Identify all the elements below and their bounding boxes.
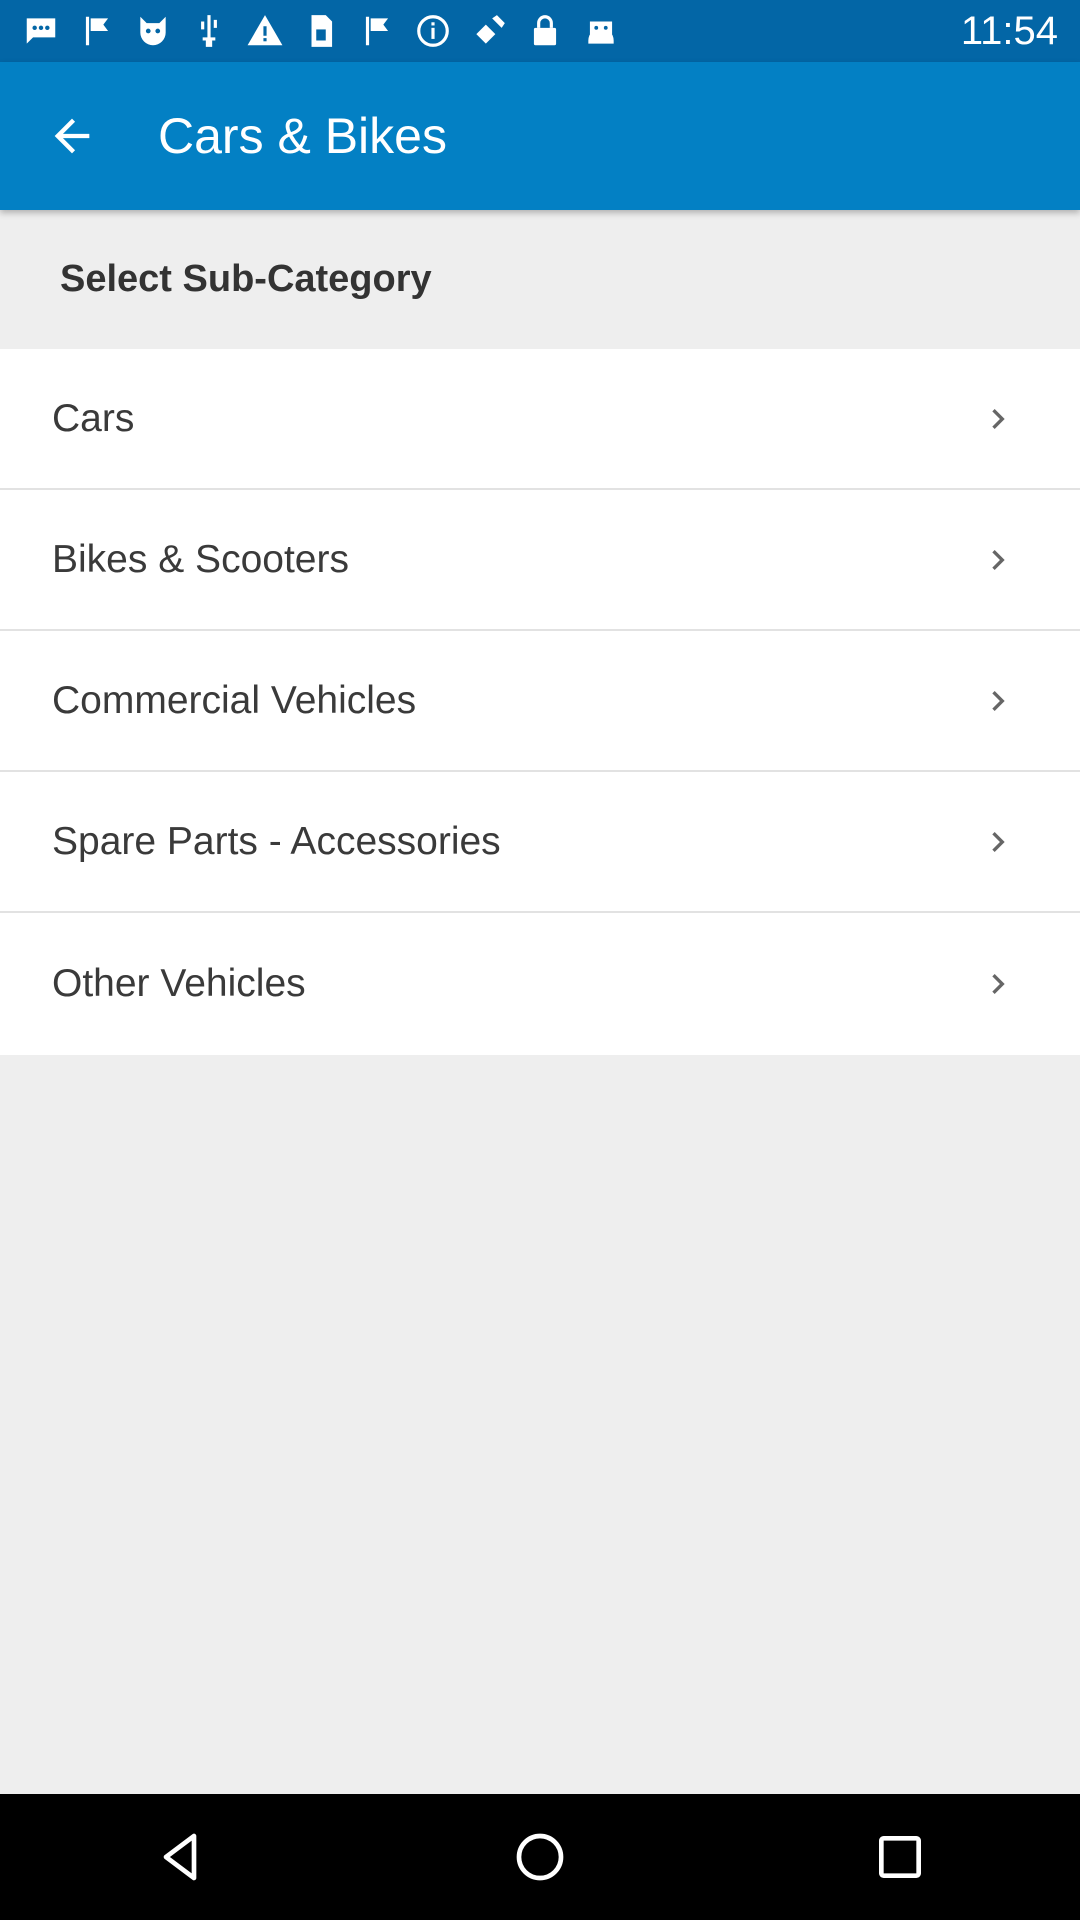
section-title: Select Sub-Category — [60, 258, 432, 300]
chevron-right-icon — [968, 954, 1028, 1014]
warning-icon — [246, 12, 284, 50]
sim-icon — [302, 12, 340, 50]
chevron-right-icon — [968, 530, 1028, 590]
list-item-bikes-scooters[interactable]: Bikes & Scooters — [0, 490, 1080, 631]
list-item-label: Other Vehicles — [52, 962, 306, 1005]
recents-square-icon — [879, 1836, 921, 1878]
cat-icon — [134, 12, 172, 50]
section-header: Select Sub-Category — [0, 210, 1080, 349]
flag-icon — [78, 12, 116, 50]
list-item-cars[interactable]: Cars — [0, 349, 1080, 490]
chevron-right-icon — [968, 812, 1028, 872]
app-bar: Cars & Bikes — [0, 62, 1080, 210]
notification-icons — [22, 12, 620, 50]
list-item-commercial-vehicles[interactable]: Commercial Vehicles — [0, 631, 1080, 772]
nav-home-button[interactable] — [480, 1797, 600, 1917]
chat-icon — [22, 12, 60, 50]
flag-icon — [358, 12, 396, 50]
nav-back-button[interactable] — [120, 1797, 240, 1917]
page-title: Cars & Bikes — [158, 108, 447, 164]
list-item-spare-parts[interactable]: Spare Parts - Accessories — [0, 772, 1080, 913]
android-icon — [582, 12, 620, 50]
list-item-label: Commercial Vehicles — [52, 678, 417, 722]
nav-recents-button[interactable] — [840, 1797, 960, 1917]
navigation-bar — [0, 1794, 1080, 1920]
lock-icon — [526, 12, 564, 50]
category-list: Cars Bikes & Scooters Commercial Vehicle… — [0, 349, 1080, 1055]
list-item-label: Spare Parts - Accessories — [52, 819, 501, 863]
satellite-fake-icon — [470, 12, 508, 50]
usb-icon — [190, 12, 228, 50]
list-item-other-vehicles[interactable]: Other Vehicles — [0, 913, 1080, 1055]
info-icon — [414, 12, 452, 50]
status-bar: 11:54 — [0, 0, 1080, 62]
home-circle-icon — [516, 1833, 564, 1881]
chevron-right-icon — [968, 389, 1028, 449]
chevron-right-icon — [968, 671, 1028, 731]
clock: 11:54 — [960, 8, 1058, 53]
list-item-label: Cars — [52, 396, 135, 440]
list-item-label: Bikes & Scooters — [52, 537, 349, 581]
back-button[interactable] — [22, 86, 122, 186]
system-icons: 11:54 — [951, 9, 1058, 54]
arrow-back-icon — [54, 118, 90, 154]
back-triangle-icon — [163, 1833, 197, 1881]
